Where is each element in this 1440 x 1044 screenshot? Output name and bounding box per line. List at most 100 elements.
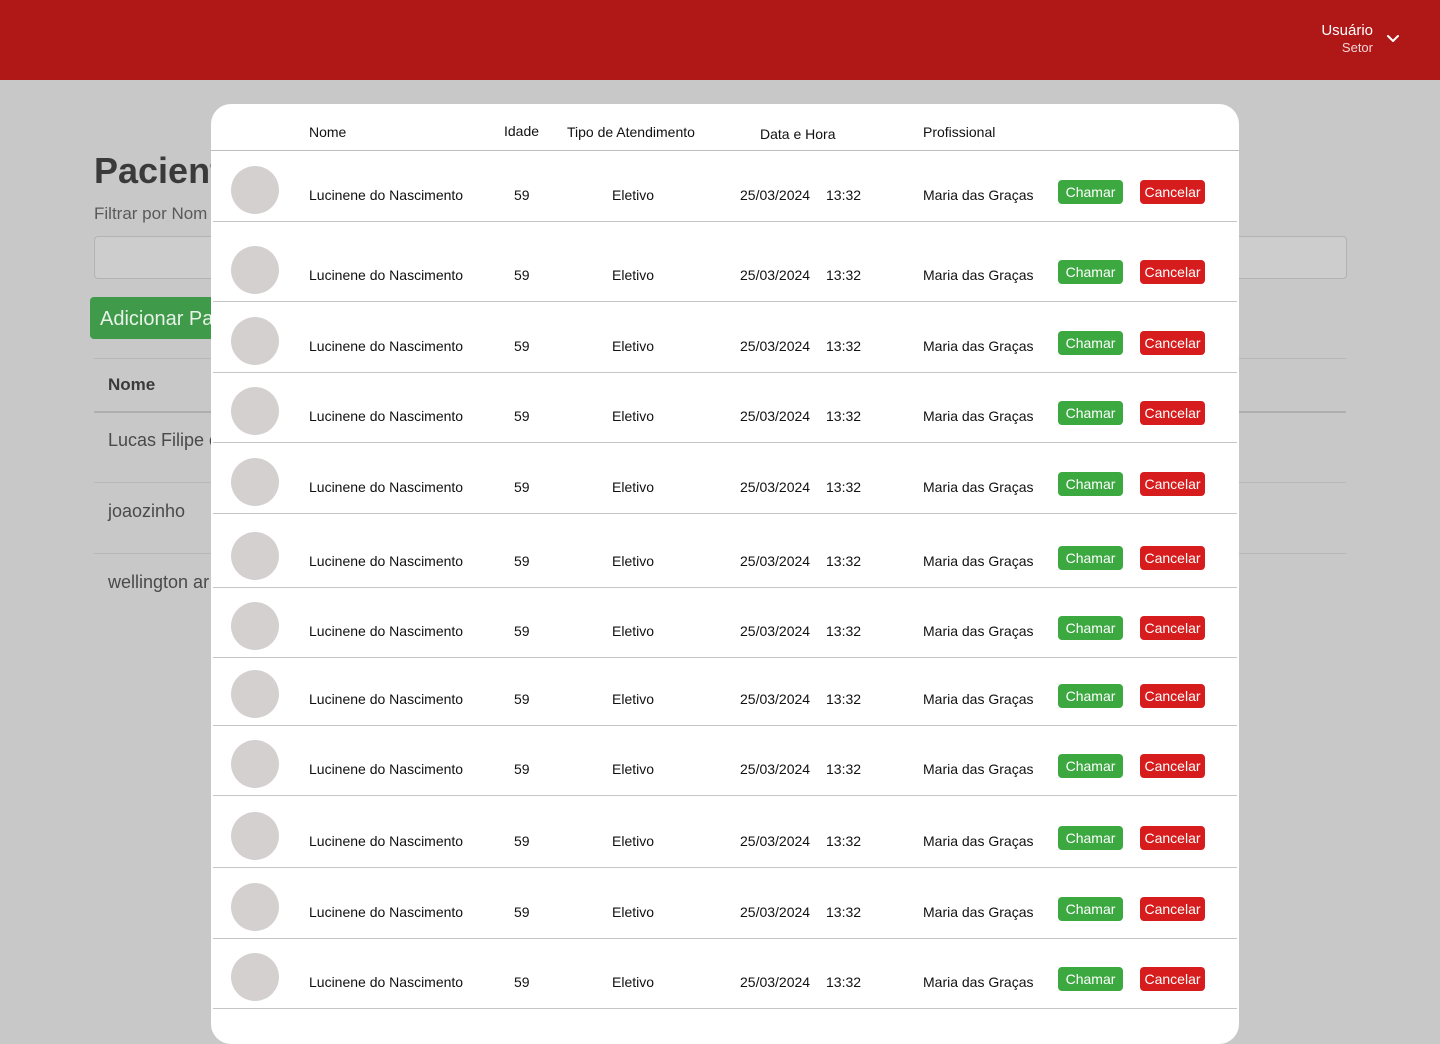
attendance-type: Eletivo bbox=[612, 187, 655, 203]
appointment-date: 25/03/2024 bbox=[740, 761, 811, 777]
patient-name: Lucinene do Nascimento bbox=[309, 904, 464, 920]
patient-name: Lucinene do Nascimento bbox=[309, 267, 464, 283]
table-row: Lucinene do Nascimento 59 Eletivo 25/03/202… bbox=[213, 797, 1237, 868]
call-button[interactable]: Chamar bbox=[1058, 754, 1123, 778]
patient-age: 59 bbox=[514, 553, 530, 569]
attendance-type: Eletivo bbox=[612, 904, 655, 920]
cancel-button[interactable]: Cancelar bbox=[1140, 684, 1205, 708]
professional-name: Maria das Graças bbox=[923, 267, 1034, 283]
patient-age: 59 bbox=[514, 408, 530, 424]
appointment-time: 13:32 bbox=[826, 408, 862, 424]
patient-age: 59 bbox=[514, 904, 530, 920]
avatar bbox=[231, 883, 279, 931]
professional-name: Maria das Graças bbox=[923, 904, 1034, 920]
patient-name: wellington ar bbox=[108, 572, 210, 592]
appointment-date: 25/03/2024 bbox=[740, 267, 811, 283]
call-button[interactable]: Chamar bbox=[1058, 546, 1123, 570]
cancel-button[interactable]: Cancelar bbox=[1140, 897, 1205, 921]
appointment-time: 13:32 bbox=[826, 479, 862, 495]
avatar bbox=[231, 532, 279, 580]
top-bar: Usuário Setor bbox=[0, 0, 1440, 80]
cancel-button[interactable]: Cancelar bbox=[1140, 180, 1205, 204]
queue-modal: Nome Idade Tipo de Atendimento Data e Ho… bbox=[211, 104, 1239, 1044]
call-button[interactable]: Chamar bbox=[1058, 616, 1123, 640]
professional-name: Maria das Graças bbox=[923, 974, 1034, 990]
table-row: Lucinene do Nascimento 59 Eletivo 25/03/202… bbox=[213, 587, 1237, 658]
column-header-data-hora: Data e Hora bbox=[760, 126, 836, 142]
avatar bbox=[231, 602, 279, 650]
patient-name: Lucinene do Nascimento bbox=[309, 761, 464, 777]
call-button[interactable]: Chamar bbox=[1058, 684, 1123, 708]
cancel-button[interactable]: Cancelar bbox=[1140, 616, 1205, 640]
patient-age: 59 bbox=[514, 267, 530, 283]
attendance-type: Eletivo bbox=[612, 267, 655, 283]
cancel-button[interactable]: Cancelar bbox=[1140, 546, 1205, 570]
cancel-button[interactable]: Cancelar bbox=[1140, 826, 1205, 850]
patient-age: 59 bbox=[514, 338, 530, 354]
attendance-type: Eletivo bbox=[612, 833, 655, 849]
appointment-date: 25/03/2024 bbox=[740, 691, 811, 707]
cancel-button[interactable]: Cancelar bbox=[1140, 472, 1205, 496]
table-row: Lucinene do Nascimento 59 Eletivo 25/03/202… bbox=[213, 231, 1237, 302]
patient-name: Lucinene do Nascimento bbox=[309, 623, 464, 639]
table-row: Lucinene do Nascimento 59 Eletivo 25/03/202… bbox=[213, 372, 1237, 443]
table-row: Lucinene do Nascimento 59 Eletivo 25/03/202… bbox=[213, 938, 1237, 1009]
call-button[interactable]: Chamar bbox=[1058, 826, 1123, 850]
table-row: Lucinene do Nascimento 59 Eletivo 25/03/202… bbox=[213, 302, 1237, 373]
table-row: Lucinene do Nascimento 59 Eletivo 25/03/202… bbox=[213, 443, 1237, 514]
patient-name: Lucinene do Nascimento bbox=[309, 691, 464, 707]
cancel-button[interactable]: Cancelar bbox=[1140, 967, 1205, 991]
patient-name: Lucinene do Nascimento bbox=[309, 338, 464, 354]
cancel-button[interactable]: Cancelar bbox=[1140, 260, 1205, 284]
attendance-type: Eletivo bbox=[612, 408, 655, 424]
patient-age: 59 bbox=[514, 479, 530, 495]
user-menu[interactable]: Usuário Setor bbox=[1321, 22, 1373, 56]
attendance-type: Eletivo bbox=[612, 691, 655, 707]
appointment-time: 13:32 bbox=[826, 338, 862, 354]
appointment-date: 25/03/2024 bbox=[740, 479, 811, 495]
patient-age: 59 bbox=[514, 974, 530, 990]
appointment-time: 13:32 bbox=[826, 267, 862, 283]
call-button[interactable]: Chamar bbox=[1058, 472, 1123, 496]
patient-age: 59 bbox=[514, 761, 530, 777]
avatar bbox=[231, 166, 279, 214]
chevron-down-icon[interactable] bbox=[1386, 32, 1400, 46]
attendance-type: Eletivo bbox=[612, 761, 655, 777]
avatar bbox=[231, 953, 279, 1001]
attendance-type: Eletivo bbox=[612, 338, 655, 354]
appointment-time: 13:32 bbox=[826, 833, 862, 849]
call-button[interactable]: Chamar bbox=[1058, 180, 1123, 204]
call-button[interactable]: Chamar bbox=[1058, 401, 1123, 425]
call-button[interactable]: Chamar bbox=[1058, 967, 1123, 991]
call-button[interactable]: Chamar bbox=[1058, 260, 1123, 284]
avatar bbox=[231, 387, 279, 435]
cancel-button[interactable]: Cancelar bbox=[1140, 401, 1205, 425]
professional-name: Maria das Graças bbox=[923, 833, 1034, 849]
call-button[interactable]: Chamar bbox=[1058, 331, 1123, 355]
cancel-button[interactable]: Cancelar bbox=[1140, 754, 1205, 778]
column-header-nome: Nome bbox=[108, 375, 156, 394]
appointment-date: 25/03/2024 bbox=[740, 338, 811, 354]
professional-name: Maria das Graças bbox=[923, 408, 1034, 424]
appointment-time: 13:32 bbox=[826, 553, 862, 569]
attendance-type: Eletivo bbox=[612, 479, 655, 495]
appointment-time: 13:32 bbox=[826, 761, 862, 777]
avatar bbox=[231, 317, 279, 365]
professional-name: Maria das Graças bbox=[923, 338, 1034, 354]
professional-name: Maria das Graças bbox=[923, 761, 1034, 777]
patient-name: Lucinene do Nascimento bbox=[309, 974, 464, 990]
professional-name: Maria das Graças bbox=[923, 187, 1034, 203]
table-row: Lucinene do Nascimento 59 Eletivo 25/03/202… bbox=[213, 517, 1237, 588]
cancel-button[interactable]: Cancelar bbox=[1140, 331, 1205, 355]
avatar bbox=[231, 812, 279, 860]
patient-age: 59 bbox=[514, 691, 530, 707]
filter-label: Filtrar por Nom bbox=[94, 204, 208, 223]
call-button[interactable]: Chamar bbox=[1058, 897, 1123, 921]
table-row: Lucinene do Nascimento 59 Eletivo 25/03/202… bbox=[213, 151, 1237, 222]
column-header-idade: Idade bbox=[504, 123, 540, 139]
attendance-type: Eletivo bbox=[612, 974, 655, 990]
professional-name: Maria das Graças bbox=[923, 623, 1034, 639]
appointment-date: 25/03/2024 bbox=[740, 904, 811, 920]
patient-age: 59 bbox=[514, 187, 530, 203]
appointment-time: 13:32 bbox=[826, 623, 862, 639]
